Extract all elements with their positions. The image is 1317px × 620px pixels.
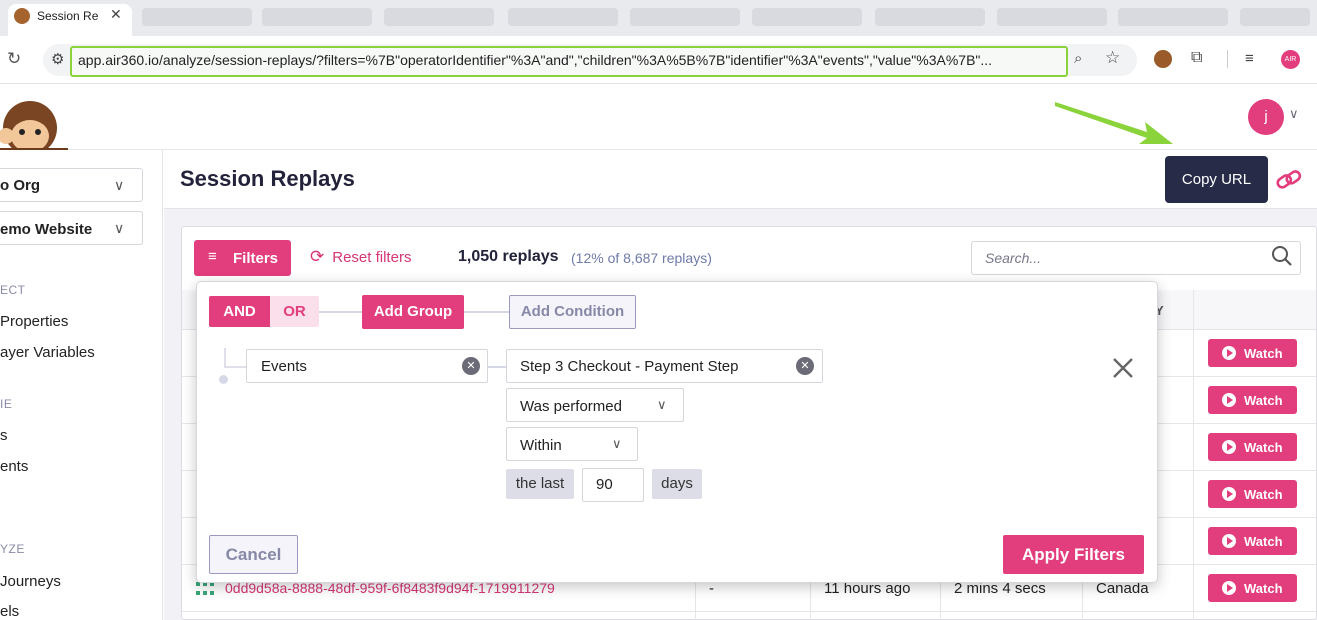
watch-label: Watch [1244, 534, 1283, 549]
website-select-label: emo Website [0, 221, 93, 238]
chevron-down-icon[interactable]: ∨ [114, 177, 124, 194]
sidebar-section-heading: ECT [0, 283, 26, 297]
clear-type-icon[interactable]: ✕ [462, 357, 480, 375]
watch-label: Watch [1244, 487, 1283, 502]
green-arrow-annotation-icon [1055, 102, 1173, 144]
add-group-button[interactable]: Add Group [362, 295, 464, 329]
watch-label: Watch [1244, 581, 1283, 596]
and-operator-button[interactable]: AND [209, 296, 270, 327]
filter-icon: ≡ [208, 248, 217, 265]
sidebar-item[interactable]: s [0, 427, 8, 444]
reset-filters-button[interactable]: ⟳ Reset filters [310, 247, 411, 267]
copy-url-tooltip: Copy URL [1165, 156, 1268, 203]
event-value-label: Step 3 Checkout - Payment Step [520, 358, 739, 375]
play-icon [1222, 440, 1236, 454]
play-icon [1222, 534, 1236, 548]
sidebar-item-player-variables[interactable]: ayer Variables [0, 344, 95, 361]
monkey-logo-icon[interactable] [0, 96, 68, 154]
refresh-icon: ⟳ [310, 247, 325, 266]
watch-button[interactable]: Watch [1208, 339, 1297, 367]
bookmark-star-icon[interactable]: ☆ [1105, 48, 1120, 68]
or-operator-button[interactable]: OR [270, 296, 319, 327]
page-title: Session Replays [180, 166, 355, 191]
browser-tab-inactive[interactable] [384, 8, 494, 26]
play-icon [1222, 581, 1236, 595]
monkey-favicon-icon [14, 8, 30, 24]
connector-line [464, 311, 509, 313]
column-divider [1193, 290, 1194, 620]
cancel-button[interactable]: Cancel [209, 535, 298, 574]
reset-filters-label: Reset filters [332, 249, 412, 266]
watch-button[interactable]: Watch [1208, 527, 1297, 555]
user-avatar[interactable]: j [1248, 99, 1284, 135]
apply-filters-button[interactable]: Apply Filters [1003, 535, 1144, 574]
extension-monkey-icon[interactable] [1154, 50, 1172, 68]
browser-tab-inactive[interactable] [262, 8, 372, 26]
copy-link-icon[interactable] [1274, 162, 1304, 198]
toolbar-divider [1227, 50, 1228, 68]
chevron-down-icon[interactable]: ∨ [612, 436, 622, 452]
chevron-down-icon[interactable]: ∨ [657, 397, 667, 413]
browser-profile-icon[interactable]: AIR [1281, 50, 1300, 69]
replay-count: 1,050 replays [458, 248, 559, 265]
url-text[interactable]: app.air360.io/analyze/session-replays/?f… [78, 52, 1066, 68]
browser-tab-inactive[interactable] [630, 8, 740, 26]
browser-tab-inactive[interactable] [1118, 8, 1228, 26]
row-divider [182, 611, 1316, 612]
tree-node-dot [219, 375, 228, 384]
browser-tab-inactive[interactable] [752, 8, 862, 26]
reload-icon[interactable]: ↻ [7, 49, 21, 69]
chevron-down-icon[interactable]: ∨ [114, 220, 124, 237]
tree-connector [224, 348, 226, 368]
watch-label: Watch [1244, 440, 1283, 455]
sidebar-section-heading: IE [0, 397, 13, 411]
clear-value-icon[interactable]: ✕ [796, 357, 814, 375]
watch-label: Watch [1244, 346, 1283, 361]
watch-button[interactable]: Watch [1208, 480, 1297, 508]
play-icon [1222, 346, 1236, 360]
connector-line [319, 311, 362, 313]
browser-tab-inactive[interactable] [508, 8, 618, 26]
condition-type-label: Events [261, 358, 307, 375]
filters-button-label: Filters [233, 250, 279, 267]
browser-tab-inactive[interactable] [997, 8, 1107, 26]
add-condition-button[interactable]: Add Condition [509, 295, 636, 329]
search-icon[interactable] [1271, 245, 1293, 267]
play-icon [1222, 487, 1236, 501]
search-placeholder: Search... [985, 250, 1042, 266]
tab-close-icon[interactable]: ✕ [110, 6, 122, 23]
replay-count-subtext: (12% of 8,687 replays) [571, 250, 712, 266]
days-input[interactable]: 90 [582, 468, 644, 502]
sidebar-item-funnels[interactable]: els [0, 603, 19, 620]
suffix-chip: days [652, 469, 702, 499]
zoom-icon[interactable]: ⌕ [1074, 50, 1082, 67]
action-select-label: Was performed [520, 398, 622, 415]
extensions-puzzle-icon[interactable]: ⧉ [1191, 49, 1202, 67]
site-settings-icon[interactable]: ⚙ [51, 50, 64, 68]
chevron-down-icon[interactable]: ∨ [1289, 106, 1299, 122]
time-range-label: Within [520, 437, 562, 454]
remove-condition-icon[interactable] [1111, 356, 1135, 380]
connector-line [488, 366, 506, 368]
watch-label: Watch [1244, 393, 1283, 408]
sidebar-section-heading: YZE [0, 542, 25, 556]
browser-tab-title: Session Replays | air360 [37, 9, 99, 23]
tree-connector [224, 366, 246, 368]
media-queue-icon[interactable]: ≡ [1245, 50, 1254, 67]
watch-button[interactable]: Watch [1208, 433, 1297, 461]
filters-button[interactable]: ≡ Filters [194, 240, 291, 276]
prefix-chip: the last [506, 469, 574, 499]
browser-tab-inactive[interactable] [875, 8, 985, 26]
sidebar-item-journeys[interactable]: Journeys [0, 573, 61, 590]
browser-tab-inactive[interactable] [142, 8, 252, 26]
play-icon [1222, 393, 1236, 407]
browser-tab-inactive[interactable] [1240, 8, 1310, 26]
watch-button[interactable]: Watch [1208, 574, 1297, 602]
org-select-label: o Org [0, 177, 40, 194]
session-device-icon [196, 582, 214, 595]
sidebar-item-events[interactable]: ents [0, 458, 28, 475]
sidebar-item-properties[interactable]: Properties [0, 313, 68, 330]
watch-button[interactable]: Watch [1208, 386, 1297, 414]
